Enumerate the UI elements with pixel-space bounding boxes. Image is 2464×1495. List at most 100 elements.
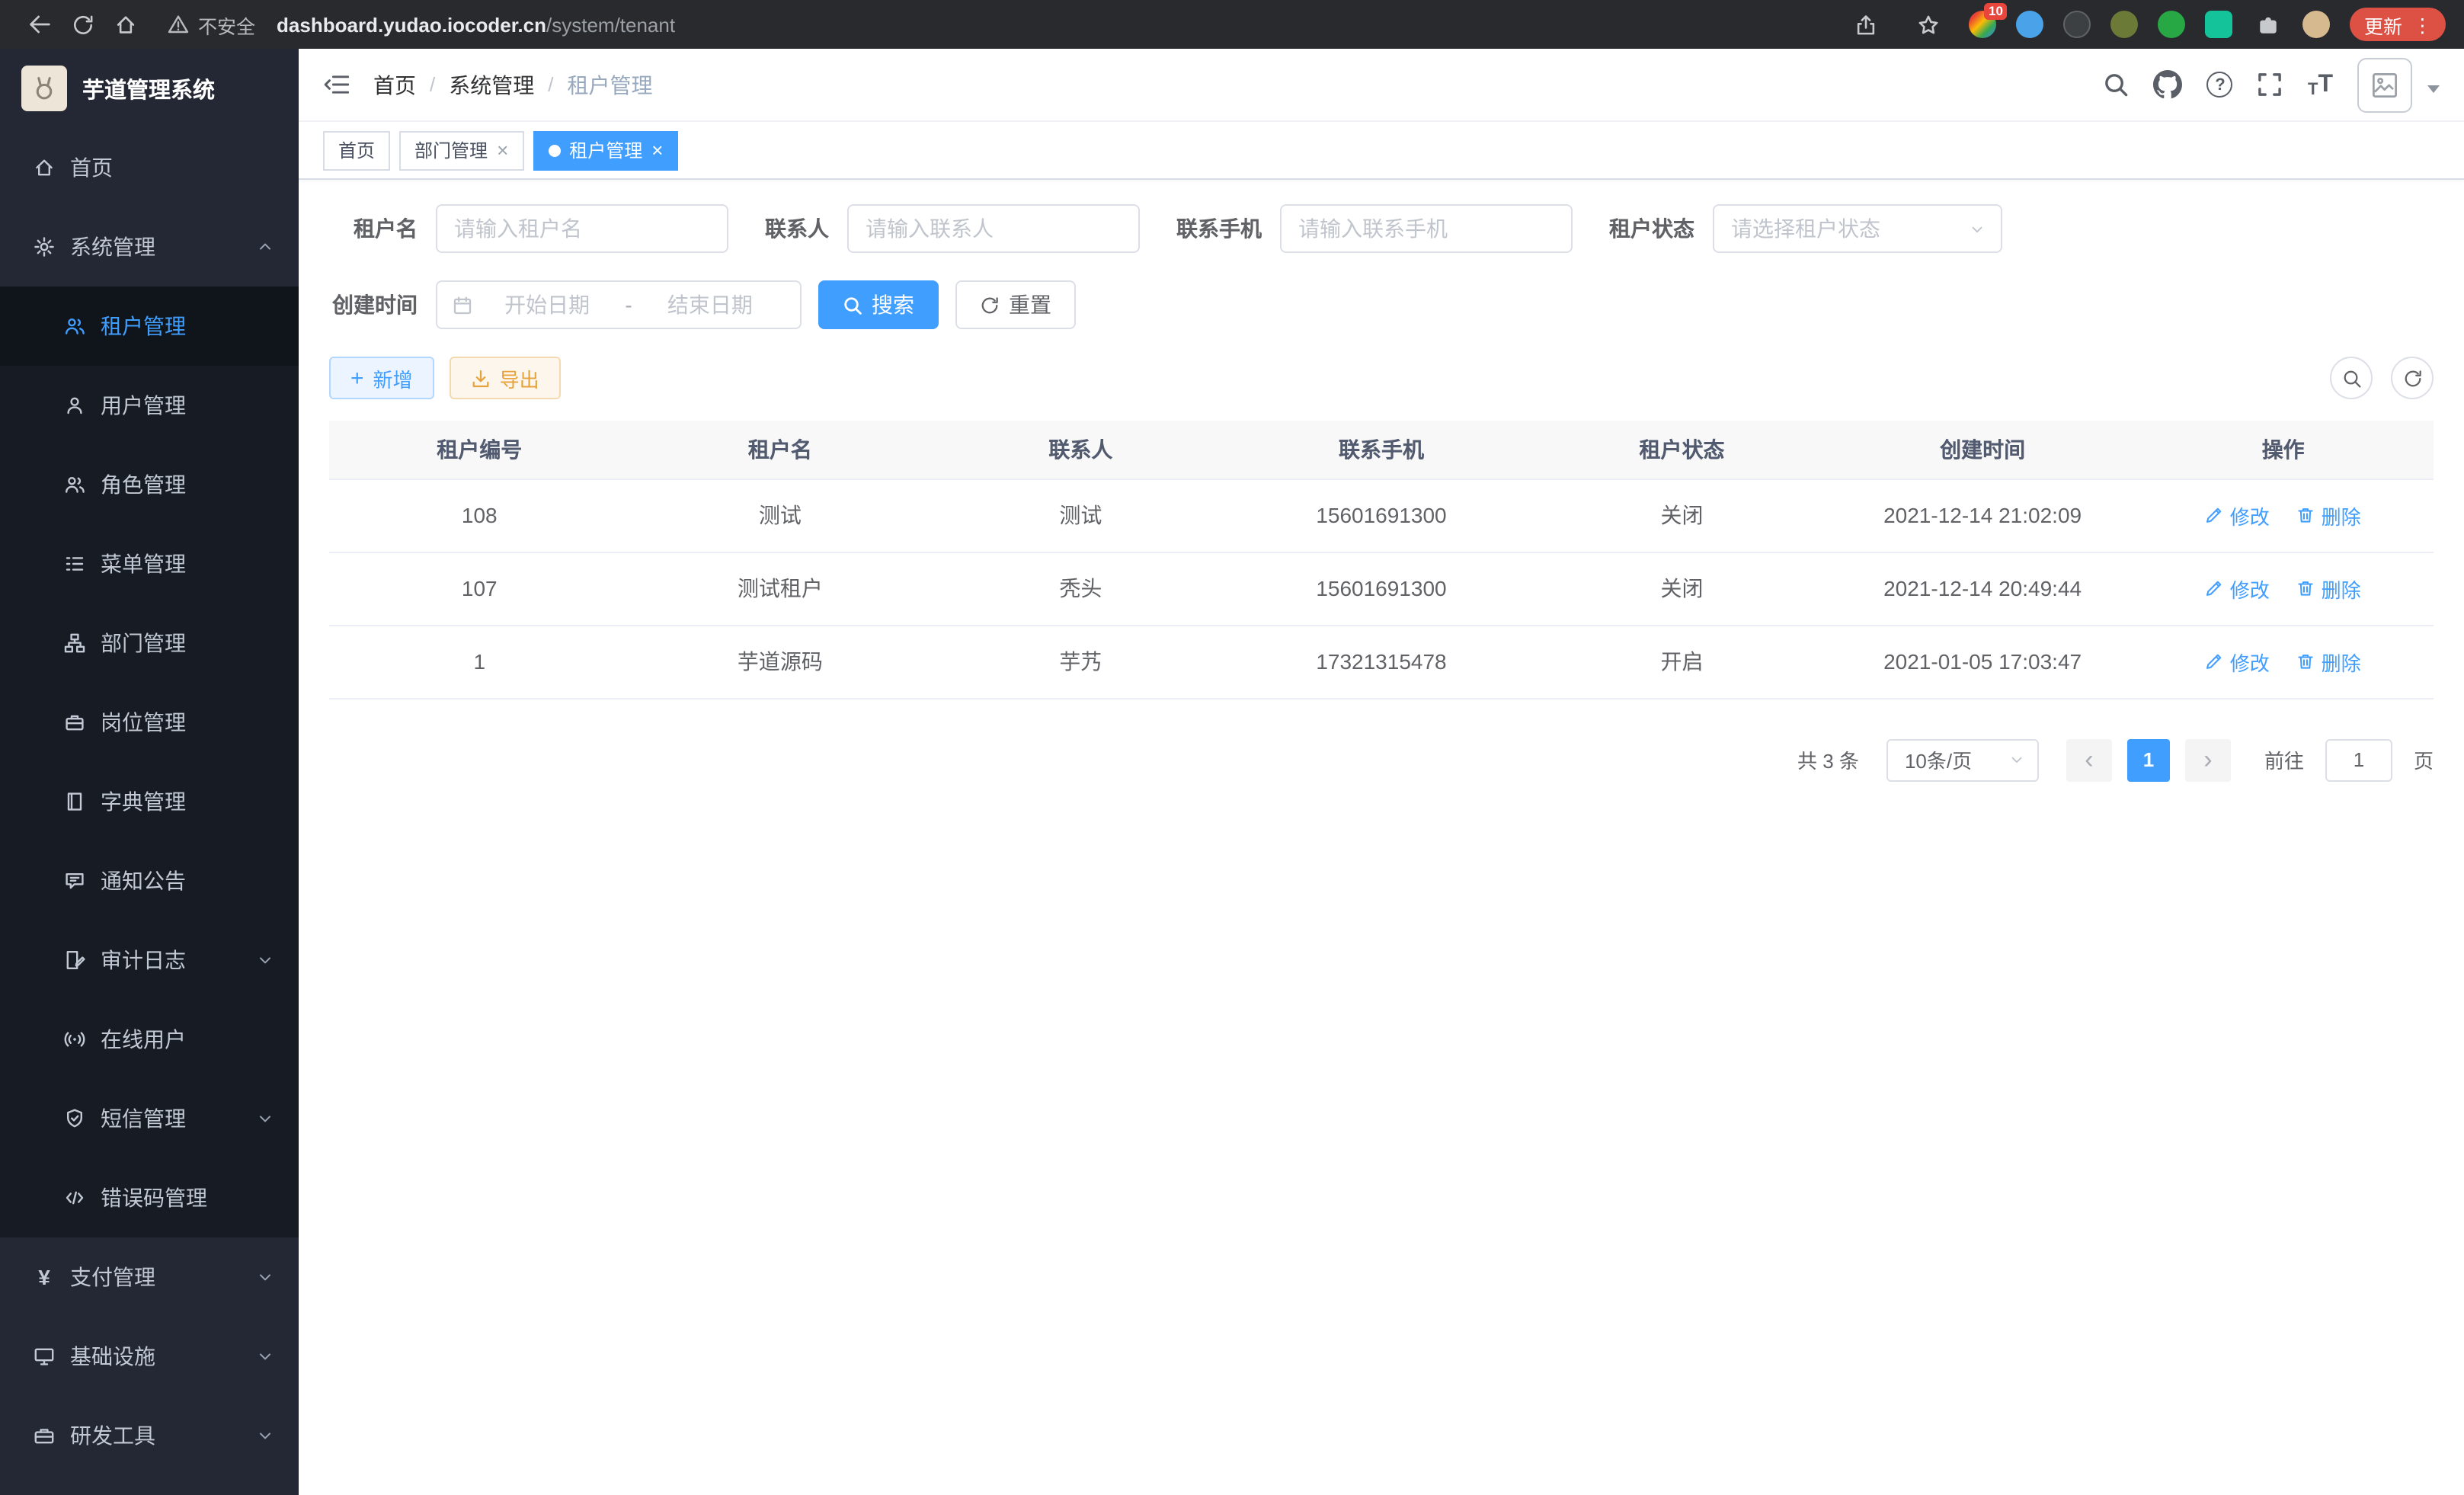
create-time-range-picker[interactable]: 开始日期 - 结束日期 (436, 280, 802, 329)
delete-label: 删除 (2322, 501, 2361, 530)
cell-name: 测试 (630, 479, 931, 552)
chevron-down-icon (256, 951, 274, 969)
contact-input[interactable] (847, 204, 1140, 253)
home-button[interactable] (104, 3, 146, 46)
page-size-select[interactable]: 10条/页 (1886, 738, 2039, 781)
next-page-button[interactable]: › (2185, 738, 2231, 781)
active-tab-dot (548, 144, 560, 156)
close-icon[interactable]: × (651, 140, 663, 160)
prev-page-button[interactable]: ‹ (2066, 738, 2112, 781)
sidebar-item-system[interactable]: 系统管理 (0, 207, 299, 287)
goto-page-input[interactable] (2325, 738, 2392, 781)
date-start-placeholder[interactable]: 开始日期 (472, 290, 622, 320)
show-search-toggle-button[interactable] (2330, 357, 2373, 399)
edit-link[interactable]: 修改 (2206, 647, 2270, 676)
sidebar-item-online[interactable]: 在线用户 (0, 1000, 299, 1079)
delete-link[interactable]: 删除 (2297, 501, 2361, 530)
refresh-table-button[interactable] (2391, 357, 2434, 399)
extension-blue-icon[interactable] (2017, 11, 2044, 38)
breadcrumb-home[interactable]: 首页 (373, 69, 416, 100)
address-bar[interactable]: dashboard.yudao.iocoder.cn/system/tenant (277, 13, 675, 36)
tenant-name-input[interactable] (436, 204, 728, 253)
app-logo-row[interactable]: 芋道管理系统 (0, 49, 299, 128)
tab-dept[interactable]: 部门管理 × (399, 130, 523, 170)
question-icon: ? (2207, 72, 2233, 98)
security-chip[interactable]: 不安全 (168, 10, 255, 39)
font-size-button[interactable]: TT (2308, 71, 2333, 98)
right-toolbar (2330, 357, 2434, 399)
edit-link[interactable]: 修改 (2206, 574, 2270, 603)
github-link[interactable] (2154, 70, 2183, 99)
export-button-label: 导出 (500, 363, 539, 392)
sidebar-item-post[interactable]: 岗位管理 (0, 683, 299, 762)
add-button[interactable]: + 新增 (329, 357, 434, 399)
sidebar-item-dept[interactable]: 部门管理 (0, 603, 299, 683)
sidebar-item-devtools[interactable]: 研发工具 (0, 1396, 299, 1475)
close-icon[interactable]: × (497, 140, 508, 160)
tab-home[interactable]: 首页 (323, 130, 390, 170)
sidebar-item-errorcode[interactable]: 错误码管理 (0, 1158, 299, 1237)
home-icon (34, 157, 55, 178)
avatar-caret-icon[interactable] (2427, 85, 2440, 99)
next-icon: › (2203, 744, 2212, 775)
sidebar-item-menu[interactable]: 菜单管理 (0, 524, 299, 603)
page-1-button[interactable]: 1 (2127, 738, 2170, 781)
filter-row-1: 租户名 联系人 联系手机 租户状态 请选择租户状态 (329, 204, 2434, 253)
col-actions: 操作 (2133, 421, 2434, 479)
chevron-down-icon (256, 1109, 274, 1128)
sidebar-toggle-button[interactable] (323, 72, 349, 98)
sidebar-item-home[interactable]: 首页 (0, 128, 299, 207)
bookmark-button[interactable] (1907, 3, 1950, 46)
header-search-button[interactable] (2104, 72, 2130, 98)
update-button[interactable]: 更新 ⋮ (2350, 8, 2446, 41)
status-select[interactable]: 请选择租户状态 (1713, 204, 2002, 253)
share-button[interactable] (1845, 3, 1887, 46)
breadcrumb: 首页 / 系统管理 / 租户管理 (373, 69, 653, 100)
phone-input[interactable] (1280, 204, 1573, 253)
sidebar-item-label: 研发工具 (70, 1420, 155, 1451)
extensions-puzzle-icon[interactable] (2253, 3, 2283, 46)
extension-green-icon[interactable] (2158, 11, 2186, 38)
edit-label: 修改 (2230, 647, 2270, 676)
sidebar-item-user[interactable]: 用户管理 (0, 366, 299, 445)
sidebar-item-infra[interactable]: 基础设施 (0, 1317, 299, 1396)
tab-tenant[interactable]: 租户管理 × (533, 130, 678, 170)
sidebar-item-dict[interactable]: 字典管理 (0, 762, 299, 841)
profile-avatar-icon[interactable] (2303, 11, 2331, 38)
sidebar-item-sms[interactable]: 短信管理 (0, 1079, 299, 1158)
export-button[interactable]: 导出 (450, 357, 561, 399)
fullscreen-button[interactable] (2258, 72, 2283, 98)
delete-link[interactable]: 删除 (2297, 647, 2361, 676)
sidebar-item-role[interactable]: 角色管理 (0, 445, 299, 524)
calendar-icon (453, 295, 472, 315)
extension-badge: 10 (1984, 3, 2008, 20)
kebab-menu-icon[interactable]: ⋮ (2413, 13, 2432, 36)
sidebar-item-label: 租户管理 (101, 311, 186, 341)
phone-label: 联系手机 (1176, 213, 1262, 244)
sidebar-item-notice[interactable]: 通知公告 (0, 841, 299, 920)
reload-button[interactable] (61, 3, 104, 46)
back-button[interactable] (18, 3, 61, 46)
pagination-total: 共 3 条 (1797, 745, 1859, 774)
browser-window: 不安全 dashboard.yudao.iocoder.cn/system/te… (0, 0, 2464, 1495)
extension-colorful-icon[interactable]: 10 (1970, 11, 1997, 38)
sidebar-item-auditlog[interactable]: 审计日志 (0, 920, 299, 1000)
page-size-value: 10条/页 (1905, 745, 1972, 774)
app-title: 芋道管理系统 (82, 72, 215, 104)
breadcrumb-system[interactable]: 系统管理 (449, 69, 534, 100)
extension-square-icon[interactable] (2206, 11, 2233, 38)
yen-icon: ¥ (34, 1265, 55, 1289)
help-button[interactable]: ? (2207, 72, 2233, 98)
delete-link[interactable]: 删除 (2297, 574, 2361, 603)
trash-icon (2297, 652, 2315, 671)
extension-dark-icon[interactable] (2064, 11, 2091, 38)
extension-olive-icon[interactable] (2111, 11, 2139, 38)
reset-button[interactable]: 重置 (955, 280, 1076, 329)
date-end-placeholder[interactable]: 结束日期 (635, 290, 785, 320)
search-button[interactable]: 搜索 (818, 280, 939, 329)
sidebar-item-tenant[interactable]: 租户管理 (0, 287, 299, 366)
sidebar-item-pay[interactable]: ¥ 支付管理 (0, 1237, 299, 1317)
sidebar-item-label: 用户管理 (101, 390, 186, 421)
user-avatar[interactable] (2357, 57, 2412, 112)
edit-link[interactable]: 修改 (2206, 501, 2270, 530)
